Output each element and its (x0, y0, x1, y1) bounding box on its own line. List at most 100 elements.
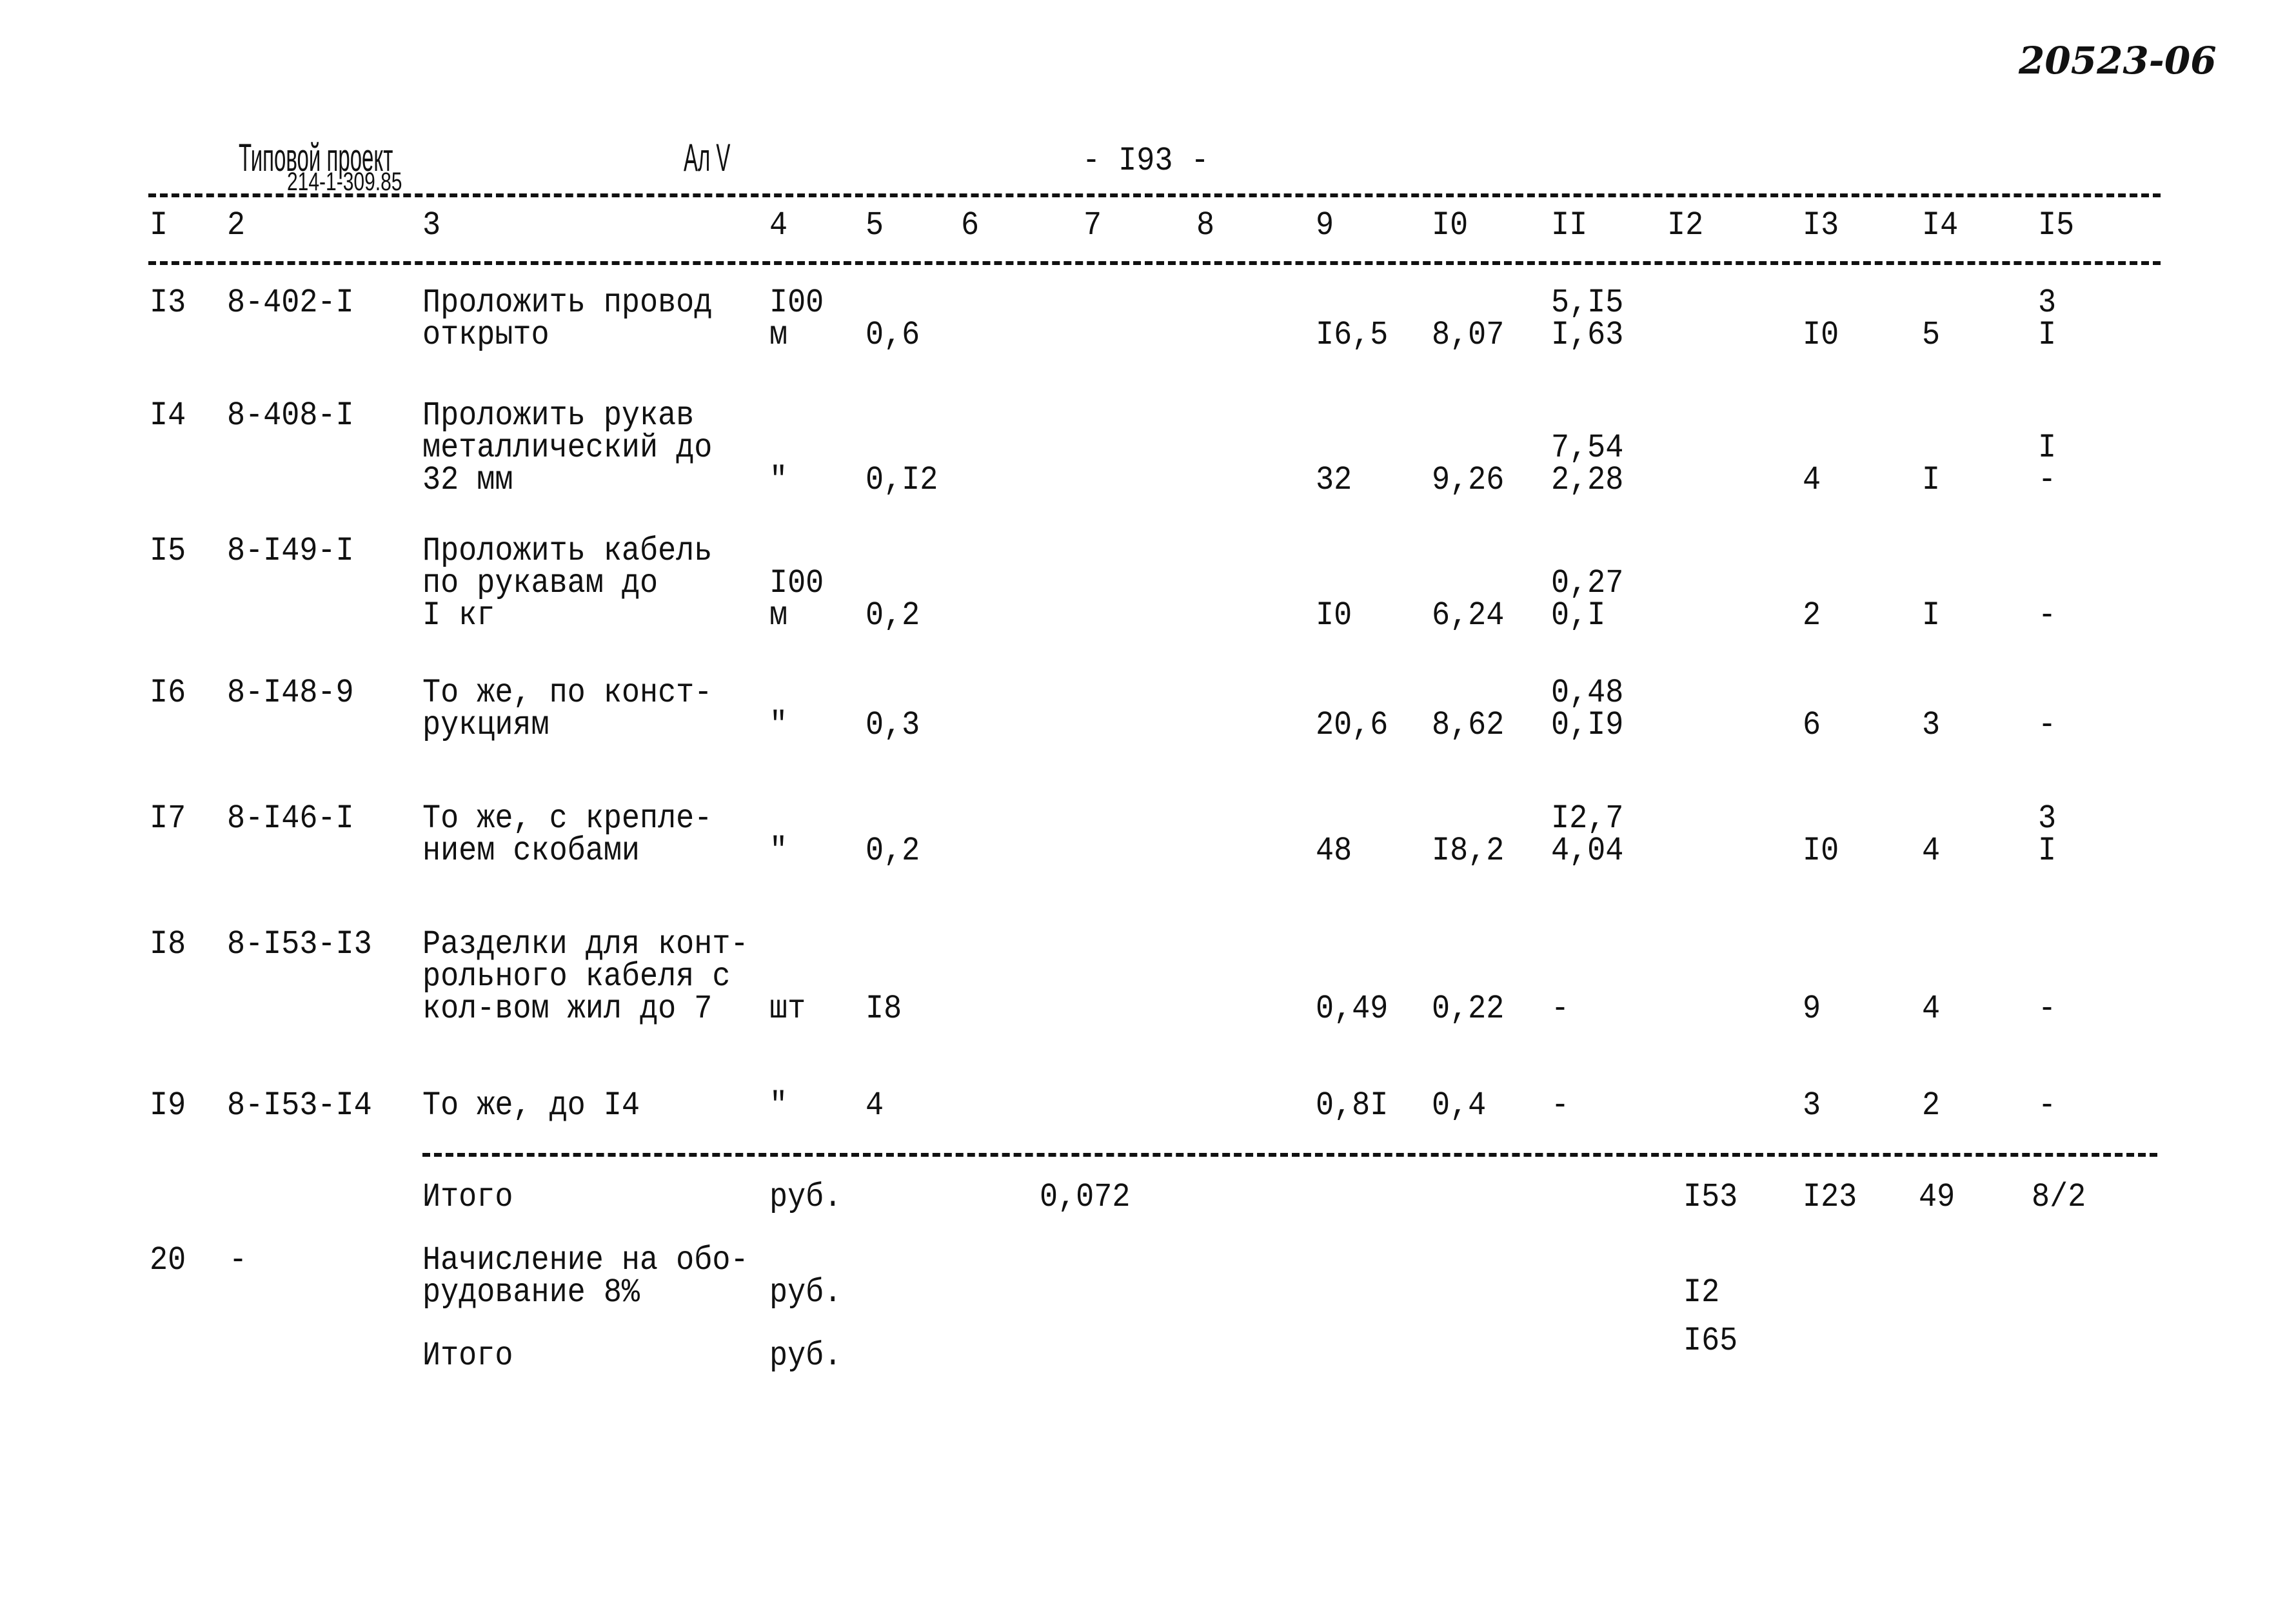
project-number: 214-1-309.85 (287, 168, 402, 196)
subtotal-label: Итого (422, 1178, 513, 1216)
cell-c11: 5,I5 I,63 (1551, 284, 1624, 354)
cell-c14: 4 (1922, 990, 1941, 1028)
column-header: 6 (961, 206, 980, 244)
total-unit: руб. (769, 1337, 842, 1375)
column-header: 3 (422, 206, 441, 244)
total-label: Итого (422, 1337, 513, 1375)
cell-desc: То же, до I4 (422, 1086, 640, 1125)
cell-unit: " (769, 1086, 788, 1125)
cell-c14: 3 (1922, 706, 1941, 744)
cell-c13: 3 (1803, 1086, 1821, 1125)
cell-c10: 8,07 (1432, 316, 1505, 354)
cell-c9: 0,8I (1316, 1086, 1389, 1125)
cell-c15: 3 I (2038, 800, 2057, 870)
cell-c14: I (1922, 461, 1941, 499)
cell-unit: " (769, 832, 788, 870)
cell-c11: - (1551, 990, 1570, 1028)
cell-unit: I00 м (769, 564, 824, 634)
cell-c13: 6 (1803, 706, 1821, 744)
column-header: 4 (769, 206, 788, 244)
cell-unit: " (769, 706, 788, 744)
cell-c13: 2 (1803, 596, 1821, 634)
cell-c13: 9 (1803, 990, 1821, 1028)
header-bottom-divider (148, 261, 2161, 265)
cell-c11: - (1551, 1086, 1570, 1125)
cell-code: 8-402-I (227, 284, 354, 322)
cell-desc: Проложить провод открыто (422, 284, 713, 354)
cell-c11: 0,48 0,I9 (1551, 674, 1624, 744)
cell-code: 8-I53-I4 (227, 1086, 372, 1125)
column-header: I4 (1922, 206, 1959, 244)
cell-c10: 0,4 (1432, 1086, 1487, 1125)
cell-c9: 20,6 (1316, 706, 1389, 744)
cell-code: 8-I48-9 (227, 674, 354, 712)
cell-qty: 4 (866, 1086, 884, 1125)
cell-num: I3 (150, 284, 186, 322)
cell-c14: I (1922, 596, 1941, 634)
cell-c10: 9,26 (1432, 461, 1505, 499)
cell-c11: 7,54 2,28 (1551, 429, 1624, 499)
cell-c15: - (2038, 596, 2057, 634)
cell-code: 8-I46-I (227, 800, 354, 838)
archive-number: 20523-06 (2019, 39, 2217, 83)
cell-num: I6 (150, 674, 186, 712)
subtotal-col15: 8/2 (2032, 1178, 2086, 1216)
column-header: 5 (866, 206, 884, 244)
cell-c14: 2 (1922, 1086, 1941, 1125)
cell-desc: Разделки для конт- рольного кабеля с кол… (422, 925, 749, 1028)
cell-desc: То же, с крепле- нием скобами (422, 800, 713, 870)
subtotal-col13: I23 (1803, 1178, 1857, 1216)
surcharge-number: 20 (150, 1241, 186, 1279)
column-header: I (150, 206, 168, 244)
cell-num: I4 (150, 397, 186, 435)
cell-c11: 0,27 0,I (1551, 564, 1624, 634)
cell-c9: 48 (1316, 832, 1352, 870)
cell-qty: 0,I2 (866, 461, 938, 499)
cell-num: I9 (150, 1086, 186, 1125)
cell-c10: 0,22 (1432, 990, 1505, 1028)
cell-c15: - (2038, 706, 2057, 744)
header-top-divider (148, 193, 2161, 197)
cell-qty: 0,3 (866, 706, 920, 744)
cell-c9: I0 (1316, 596, 1352, 634)
cell-desc: То же, по конст- рукциям (422, 674, 713, 744)
cell-c14: 5 (1922, 316, 1941, 354)
cell-c13: 4 (1803, 461, 1821, 499)
cell-unit: I00 м (769, 284, 824, 354)
cell-num: I5 (150, 532, 186, 570)
subtotal-unit: руб. (769, 1178, 842, 1216)
cell-code: 8-I49-I (227, 532, 354, 570)
cell-c13: I0 (1803, 832, 1839, 870)
total-col12: I65 (1683, 1322, 1738, 1360)
column-header: 2 (227, 206, 246, 244)
cell-c10: 8,62 (1432, 706, 1505, 744)
cell-num: I7 (150, 800, 186, 838)
column-header: 9 (1316, 206, 1334, 244)
surcharge-col12: I2 (1683, 1273, 1720, 1312)
cell-qty: 0,6 (866, 316, 920, 354)
surcharge-unit: руб. (769, 1273, 842, 1312)
subtotal-col14: 49 (1919, 1178, 1955, 1216)
album-label: Ал V (684, 136, 731, 179)
cell-c9: I6,5 (1316, 316, 1389, 354)
cell-qty: I8 (866, 990, 902, 1028)
subtotal-col7: 0,072 (1040, 1178, 1131, 1216)
column-header: I2 (1667, 206, 1704, 244)
column-header: 7 (1084, 206, 1102, 244)
cell-num: I8 (150, 925, 186, 963)
column-header: 8 (1196, 206, 1215, 244)
cell-unit: " (769, 461, 788, 499)
cell-c15: 3 I (2038, 284, 2057, 354)
cell-desc: Проложить кабель по рукавам до I кг (422, 532, 713, 634)
page-number: - I93 - (1082, 142, 1209, 180)
cell-c11: I2,7 4,04 (1551, 800, 1624, 870)
cell-c13: I0 (1803, 316, 1839, 354)
surcharge-label: Начисление на обо- рудование 8% (422, 1241, 749, 1312)
cell-qty: 0,2 (866, 832, 920, 870)
cell-c9: 32 (1316, 461, 1352, 499)
cell-c15: - (2038, 1086, 2057, 1125)
cell-c10: I8,2 (1432, 832, 1505, 870)
column-header: I3 (1803, 206, 1839, 244)
subtotal-col12: I53 (1683, 1178, 1738, 1216)
cell-c15: I - (2038, 429, 2057, 499)
